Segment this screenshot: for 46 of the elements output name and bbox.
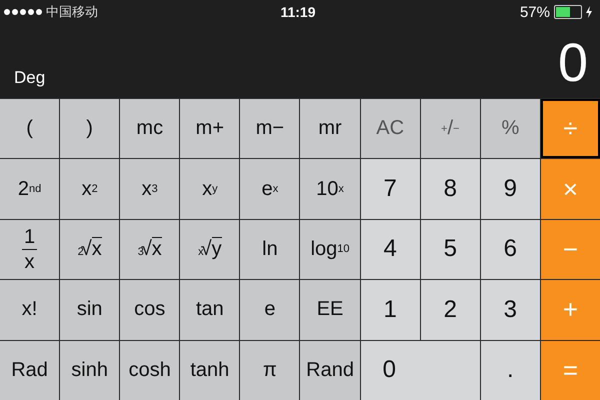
calculator-key[interactable]: 8: [420, 159, 480, 219]
calculator-key[interactable]: sin: [60, 280, 120, 340]
calculator-key[interactable]: x$^{2}$: [60, 159, 120, 219]
angle-mode-label: Deg: [14, 68, 46, 88]
calculator-key[interactable]: ): [60, 99, 120, 158]
calculator-key[interactable]: ln: [240, 220, 300, 280]
calculator-key[interactable]: mc: [120, 99, 180, 158]
calculator-key[interactable]: 5: [420, 220, 480, 280]
calculator-key[interactable]: x$^{3}$: [120, 159, 180, 219]
calculator-key[interactable]: 10$^{x}$: [300, 159, 360, 219]
calculator-key[interactable]: 1: [360, 280, 420, 340]
calculator-key[interactable]: 3: [480, 280, 540, 340]
calculator-key[interactable]: mr: [300, 99, 360, 158]
calculator-key[interactable]: 0: [360, 340, 480, 400]
calculator-key[interactable]: tanh: [180, 340, 240, 400]
calculator-key[interactable]: 4: [360, 220, 420, 280]
calculator-key[interactable]: 9: [480, 159, 540, 219]
battery-icon: [554, 5, 582, 19]
calculator-key[interactable]: EE: [300, 280, 360, 340]
calculator-key[interactable]: %: [480, 99, 540, 158]
carrier-name: 中国移动: [46, 3, 98, 21]
status-time: 11:19: [280, 4, 316, 20]
calculator-key[interactable]: Rad: [0, 340, 60, 400]
calculator-key[interactable]: x!: [0, 280, 60, 340]
calculator-key[interactable]: 7: [360, 159, 420, 219]
calculator-key[interactable]: π: [240, 340, 300, 400]
calculator-key[interactable]: 2: [420, 280, 480, 340]
display-value: 0: [558, 36, 588, 90]
calculator-key[interactable]: 2$^{nd}$: [0, 159, 60, 219]
calculator-key[interactable]: x$^{y}$: [180, 159, 240, 219]
calculator-key[interactable]: tan: [180, 280, 240, 340]
calculator-key[interactable]: e: [240, 280, 300, 340]
battery-percent: 57%: [520, 4, 550, 20]
calculator-key[interactable]: AC: [360, 99, 420, 158]
signal-icon: [4, 9, 42, 15]
calculator-key[interactable]: Rand: [300, 340, 360, 400]
calculator-key[interactable]: m+: [180, 99, 240, 158]
calculator-key[interactable]: m−: [240, 99, 300, 158]
calculator-key[interactable]: sinh: [60, 340, 120, 400]
calculator-key[interactable]: 6: [480, 220, 540, 280]
calculator-key[interactable]: e$^{x}$: [240, 159, 300, 219]
calculator-key[interactable]: (: [0, 99, 60, 158]
calculator-key[interactable]: cos: [120, 280, 180, 340]
calculator-key[interactable]: 1 x: [0, 220, 60, 280]
calculator-key[interactable]: cosh: [120, 340, 180, 400]
calculator-key[interactable]: .: [480, 340, 540, 400]
